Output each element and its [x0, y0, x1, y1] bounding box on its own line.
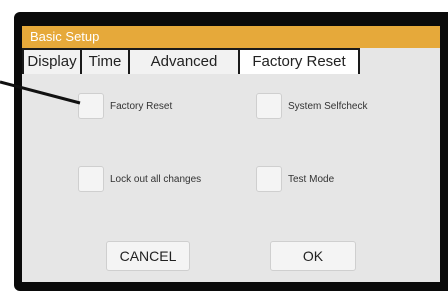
- factory-reset-option: Factory Reset: [78, 93, 172, 119]
- cancel-button[interactable]: CANCEL: [106, 241, 190, 271]
- system-selfcheck-checkbox[interactable]: [256, 93, 282, 119]
- lock-out-option: Lock out all changes: [78, 166, 201, 192]
- tab-factory-reset[interactable]: Factory Reset: [238, 48, 360, 76]
- factory-reset-panel: Factory Reset System Selfcheck Lock out …: [22, 74, 440, 282]
- test-mode-label: Test Mode: [288, 173, 335, 185]
- factory-reset-checkbox[interactable]: [78, 93, 104, 119]
- setup-window: Basic Setup Display Time Advanced Factor…: [22, 26, 440, 282]
- tab-time[interactable]: Time: [80, 48, 130, 74]
- test-mode-checkbox[interactable]: [256, 166, 282, 192]
- system-selfcheck-option: System Selfcheck: [256, 93, 367, 119]
- tab-advanced[interactable]: Advanced: [128, 48, 240, 74]
- tab-bar: Display Time Advanced Factory Reset: [22, 48, 440, 76]
- lock-out-label: Lock out all changes: [110, 173, 202, 185]
- ok-button[interactable]: OK: [270, 241, 356, 271]
- tab-display[interactable]: Display: [22, 48, 82, 74]
- lock-out-checkbox[interactable]: [78, 166, 104, 192]
- test-mode-option: Test Mode: [256, 166, 334, 192]
- factory-reset-label: Factory Reset: [110, 100, 173, 112]
- window-title: Basic Setup: [22, 26, 440, 48]
- tab-bar-filler: [358, 48, 440, 74]
- system-selfcheck-label: System Selfcheck: [288, 100, 368, 112]
